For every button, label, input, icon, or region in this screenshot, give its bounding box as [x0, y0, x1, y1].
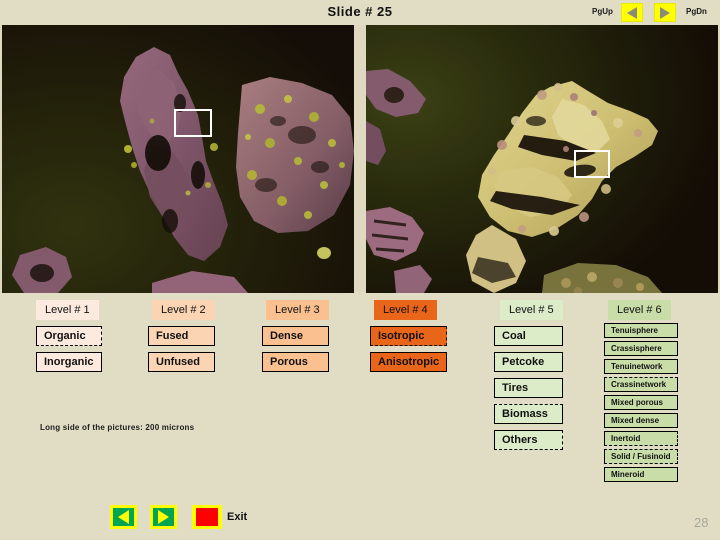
option-button-inorganic[interactable]: Inorganic — [36, 352, 102, 372]
option-button-organic[interactable]: Organic — [36, 326, 102, 346]
photomicrograph-right[interactable] — [366, 25, 718, 293]
option-button-inertoid[interactable]: Inertoid — [604, 431, 678, 446]
option-button-tires[interactable]: Tires — [494, 378, 563, 398]
level-column-1: Level # 1 Organic Inorganic — [36, 300, 102, 372]
option-button-petcoke[interactable]: Petcoke — [494, 352, 563, 372]
option-button-dense[interactable]: Dense — [262, 326, 329, 346]
level-column-6: Level # 6 Tenuisphere Crassisphere Tenuinet… — [604, 300, 678, 482]
option-button-others[interactable]: Others — [494, 430, 563, 450]
triangle-right-icon — [158, 510, 169, 524]
pgdn-button[interactable] — [654, 3, 676, 22]
pgup-button[interactable] — [621, 3, 643, 22]
triangle-left-icon — [118, 510, 129, 524]
option-button-mineroid[interactable]: Mineroid — [604, 467, 678, 482]
option-button-crassisphere[interactable]: Crassisphere — [604, 341, 678, 356]
option-button-isotropic[interactable]: Isotropic — [370, 326, 448, 346]
exit-label: Exit — [227, 511, 248, 523]
option-button-fused[interactable]: Fused — [148, 326, 215, 346]
roi-marker-left — [174, 109, 212, 137]
level-column-2: Level # 2 Fused Unfused — [148, 300, 215, 372]
level-header-6: Level # 6 — [608, 300, 671, 320]
pgup-label: PgUp — [592, 7, 613, 16]
forward-button[interactable] — [150, 505, 177, 529]
option-button-crassinetwork[interactable]: Crassinetwork — [604, 377, 678, 392]
option-button-mixed-dense[interactable]: Mixed dense — [604, 413, 678, 428]
back-button-inner — [113, 508, 134, 526]
level-header-2: Level # 2 — [152, 300, 215, 320]
option-button-coal[interactable]: Coal — [494, 326, 563, 346]
level-header-3: Level # 3 — [266, 300, 329, 320]
photomicrograph-left[interactable] — [2, 25, 354, 293]
option-button-porous[interactable]: Porous — [262, 352, 329, 372]
level-header-4: Level # 4 — [374, 300, 437, 320]
classification-panel: Level # 1 Organic Inorganic Level # 2 Fused U… — [0, 300, 720, 535]
level-column-3: Level # 3 Dense Porous — [262, 300, 329, 372]
option-button-solid-fusinoid[interactable]: Solid / Fusinoid — [604, 449, 678, 464]
option-button-tenuinetwork[interactable]: Tenuinetwork — [604, 359, 678, 374]
triangle-right-icon — [660, 6, 670, 19]
header-bar: Slide # 25 PgUp PgDn — [0, 0, 720, 25]
option-button-biomass[interactable]: Biomass — [494, 404, 563, 424]
back-button[interactable] — [110, 505, 137, 529]
level-header-1: Level # 1 — [36, 300, 99, 320]
option-button-anisotropic[interactable]: Anisotropic — [370, 352, 448, 372]
level-header-5: Level # 5 — [500, 300, 563, 320]
stop-square-icon — [196, 508, 218, 526]
level-column-4: Level # 4 Isotropic Anisotropic — [370, 300, 448, 372]
photomicrograph-panel — [0, 25, 720, 293]
option-button-mixed-porous[interactable]: Mixed porous — [604, 395, 678, 410]
pgdn-label: PgDn — [686, 7, 707, 16]
exit-button[interactable] — [192, 505, 222, 529]
forward-button-inner — [153, 508, 174, 526]
roi-marker-right — [574, 150, 610, 178]
page-number: 28 — [694, 515, 709, 530]
option-button-tenuisphere[interactable]: Tenuisphere — [604, 323, 678, 338]
triangle-left-icon — [627, 6, 637, 19]
level-column-5: Level # 5 Coal Petcoke Tires Biomass Others — [494, 300, 563, 450]
option-button-unfused[interactable]: Unfused — [148, 352, 215, 372]
